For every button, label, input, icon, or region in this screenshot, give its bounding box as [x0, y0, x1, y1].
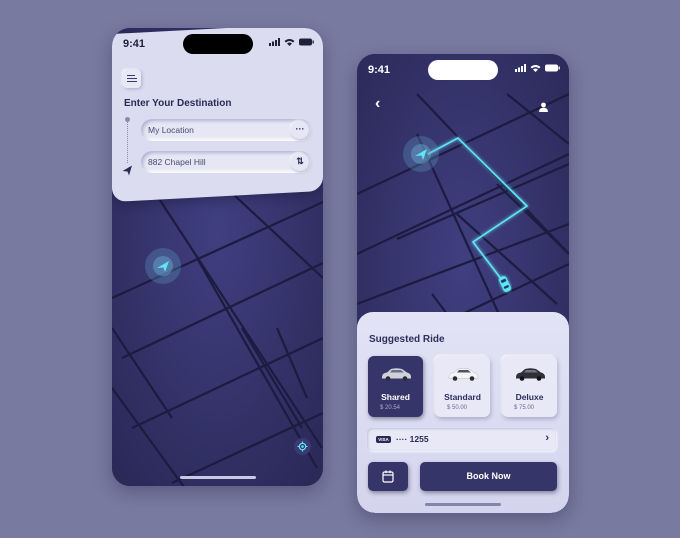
chevron-right-icon: › [545, 432, 549, 444]
start-location-marker[interactable] [403, 136, 439, 172]
suggested-ride-title: Suggested Ride [369, 334, 445, 345]
ride-name: Standard [444, 392, 481, 402]
ride-name: Shared [381, 392, 410, 402]
status-time: 9:41 [123, 38, 146, 50]
wifi-icon [284, 39, 295, 46]
back-button[interactable]: ‹ [375, 95, 380, 113]
locate-button[interactable] [294, 438, 311, 455]
ride-option-deluxe[interactable]: Deluxe $ 75.00 [502, 356, 557, 417]
wifi-icon [530, 65, 541, 72]
ride-price: $ 75.00 [514, 405, 535, 411]
navigation-arrow-icon [415, 149, 427, 160]
dynamic-island [183, 34, 253, 54]
back-icon: ‹ [375, 95, 381, 112]
ride-name: Deluxe [515, 392, 544, 402]
car-icon [382, 368, 411, 381]
payment-method-row[interactable]: VISA ···· 1255 › [367, 428, 556, 451]
current-location-marker[interactable] [145, 248, 181, 284]
schedule-button[interactable] [368, 462, 408, 491]
calendar-icon [382, 470, 394, 483]
origin-field[interactable]: My Location ··· [141, 119, 311, 141]
ride-option-shared[interactable]: Shared $ 20.54 [368, 356, 423, 417]
origin-value: My Location [148, 125, 194, 135]
book-now-button[interactable]: Book Now [420, 462, 557, 491]
signal-icon [269, 38, 280, 46]
destination-title: Enter Your Destination [124, 98, 232, 109]
phone-destination-screen: 9:41 Enter Your Destination My Location … [112, 28, 323, 486]
car-icon [448, 368, 479, 381]
car-icon [498, 276, 512, 292]
dynamic-island [428, 60, 498, 80]
phone-ride-screen: 9:41 ‹ Suggested Ride Shared $ 20.54 Sta… [357, 54, 569, 513]
origin-more-button[interactable]: ··· [291, 121, 309, 139]
profile-button[interactable] [539, 99, 548, 117]
car-icon [516, 368, 545, 381]
menu-button[interactable] [123, 70, 141, 88]
battery-icon [545, 64, 560, 72]
ride-option-standard[interactable]: Standard $ 50.00 [435, 356, 490, 417]
navigation-arrow-icon [157, 261, 169, 272]
destination-value: 882 Chapel Hill [148, 157, 206, 167]
ride-price: $ 20.54 [380, 405, 401, 411]
signal-icon [515, 64, 526, 72]
ride-price: $ 50.00 [447, 405, 468, 411]
destination-field[interactable]: 882 Chapel Hill ⇅ [141, 151, 311, 173]
status-bar: 9:41 [112, 28, 323, 60]
suggested-ride-sheet: Suggested Ride Shared $ 20.54 Standard $… [357, 312, 569, 513]
more-icon: ··· [295, 124, 305, 134]
swap-icon: ⇅ [296, 156, 304, 166]
card-number: ···· 1255 [396, 434, 429, 444]
user-icon [539, 102, 548, 112]
visa-icon: VISA [376, 436, 391, 443]
status-time: 9:41 [368, 64, 391, 76]
status-bar: 9:41 [357, 54, 569, 86]
home-indicator [425, 503, 501, 506]
swap-button[interactable]: ⇅ [291, 153, 309, 171]
route-connector [127, 119, 129, 163]
locate-icon [297, 441, 308, 452]
battery-icon [299, 38, 314, 46]
home-indicator [179, 476, 256, 479]
navigation-arrow-icon [122, 165, 132, 176]
